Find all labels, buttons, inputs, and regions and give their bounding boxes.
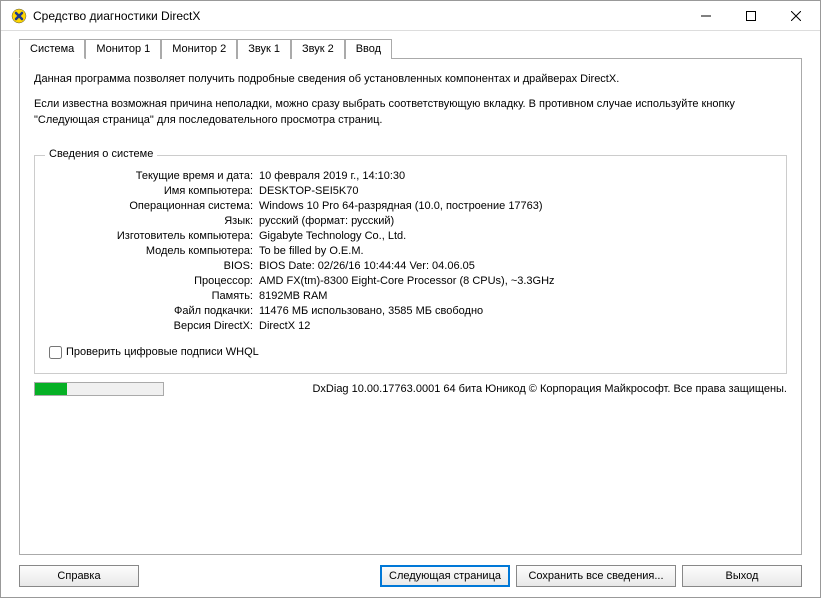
whql-checkbox-row: Проверить цифровые подписи WHQL [49,346,772,359]
window-title: Средство диагностики DirectX [33,9,683,23]
app-icon [11,8,27,24]
value-bios: BIOS Date: 02/26/16 10:44:44 Ver: 04.06.… [259,260,772,272]
dxdiag-window: Средство диагностики DirectX Система Мон… [0,0,821,598]
value-manufacturer: Gigabyte Technology Co., Ltd. [259,230,772,242]
value-os: Windows 10 Pro 64-разрядная (10.0, постр… [259,200,772,212]
value-model: To be filled by O.E.M. [259,245,772,257]
value-directx: DirectX 12 [259,320,772,332]
intro-text: Данная программа позволяет получить подр… [34,71,787,137]
footer-text: DxDiag 10.00.17763.0001 64 бита Юникод ©… [174,383,787,395]
label-model: Модель компьютера: [49,245,259,257]
intro-p2: Если известна возможная причина неполадк… [34,96,787,129]
tab-system[interactable]: Система [19,39,85,59]
content-area: Система Монитор 1 Монитор 2 Звук 1 Звук … [1,31,820,597]
intro-p1: Данная программа позволяет получить подр… [34,71,787,88]
tab-strip: Система Монитор 1 Монитор 2 Звук 1 Звук … [19,39,802,59]
label-directx: Версия DirectX: [49,320,259,332]
minimize-button[interactable] [683,1,728,30]
info-rows: Текущие время и дата: 10 февраля 2019 г.… [49,170,772,332]
groupbox-title: Сведения о системе [45,148,157,160]
row-directx: Версия DirectX: DirectX 12 [49,320,772,332]
value-language: русский (формат: русский) [259,215,772,227]
tab-sound1[interactable]: Звук 1 [237,39,291,59]
tab-input[interactable]: Ввод [345,39,392,59]
whql-checkbox-label: Проверить цифровые подписи WHQL [66,346,259,358]
progress-bar-fill [35,383,67,395]
next-page-button[interactable]: Следующая страница [380,565,510,587]
row-memory: Память: 8192MB RAM [49,290,772,302]
value-computer-name: DESKTOP-SEI5K70 [259,185,772,197]
window-controls [683,1,818,30]
label-processor: Процессор: [49,275,259,287]
value-pagefile: 11476 МБ использовано, 3585 МБ свободно [259,305,772,317]
row-computer-name: Имя компьютера: DESKTOP-SEI5K70 [49,185,772,197]
label-computer-name: Имя компьютера: [49,185,259,197]
label-language: Язык: [49,215,259,227]
tab-panel: Данная программа позволяет получить подр… [19,59,802,555]
label-datetime: Текущие время и дата: [49,170,259,182]
exit-button[interactable]: Выход [682,565,802,587]
save-all-button[interactable]: Сохранить все сведения... [516,565,676,587]
row-language: Язык: русский (формат: русский) [49,215,772,227]
label-pagefile: Файл подкачки: [49,305,259,317]
close-button[interactable] [773,1,818,30]
value-processor: AMD FX(tm)-8300 Eight-Core Processor (8 … [259,275,772,287]
value-memory: 8192MB RAM [259,290,772,302]
row-datetime: Текущие время и дата: 10 февраля 2019 г.… [49,170,772,182]
label-manufacturer: Изготовитель компьютера: [49,230,259,242]
tab-monitor1[interactable]: Монитор 1 [85,39,161,59]
tab-monitor2[interactable]: Монитор 2 [161,39,237,59]
row-manufacturer: Изготовитель компьютера: Gigabyte Techno… [49,230,772,242]
label-os: Операционная система: [49,200,259,212]
row-os: Операционная система: Windows 10 Pro 64-… [49,200,772,212]
tab-sound2[interactable]: Звук 2 [291,39,345,59]
row-processor: Процессор: AMD FX(tm)-8300 Eight-Core Pr… [49,275,772,287]
footer-row: DxDiag 10.00.17763.0001 64 бита Юникод ©… [34,382,787,396]
titlebar: Средство диагностики DirectX [1,1,820,31]
row-pagefile: Файл подкачки: 11476 МБ использовано, 35… [49,305,772,317]
label-bios: BIOS: [49,260,259,272]
button-row: Справка Следующая страница Сохранить все… [19,565,802,587]
whql-checkbox[interactable] [49,346,62,359]
row-bios: BIOS: BIOS Date: 02/26/16 10:44:44 Ver: … [49,260,772,272]
label-memory: Память: [49,290,259,302]
system-info-groupbox: Сведения о системе Текущие время и дата:… [34,155,787,374]
row-model: Модель компьютера: To be filled by O.E.M… [49,245,772,257]
maximize-button[interactable] [728,1,773,30]
progress-bar-container [34,382,164,396]
value-datetime: 10 февраля 2019 г., 14:10:30 [259,170,772,182]
help-button[interactable]: Справка [19,565,139,587]
